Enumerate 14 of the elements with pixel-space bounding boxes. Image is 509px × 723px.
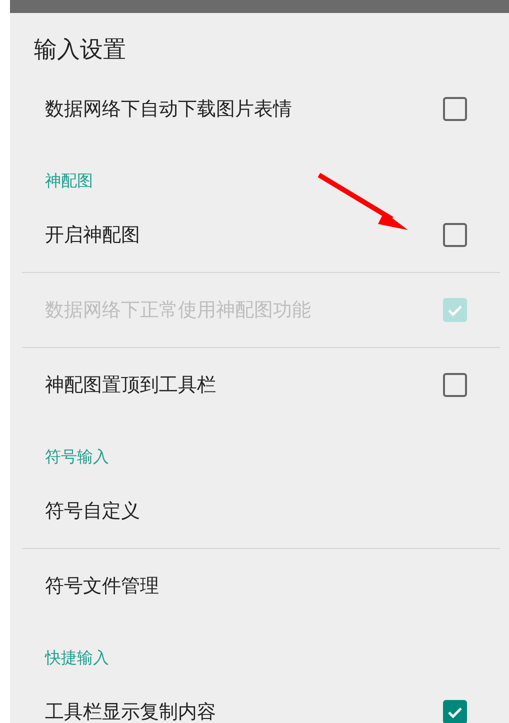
page-title: 输入设置 [34, 37, 126, 63]
checkbox[interactable] [443, 96, 467, 120]
settings-item[interactable]: 符号自定义 [10, 473, 509, 548]
setting-label: 开启神配图 [45, 222, 141, 248]
section-header: 符号输入 [45, 446, 109, 468]
setting-label: 数据网络下自动下载图片表情 [45, 96, 293, 122]
setting-label: 神配图置顶到工具栏 [45, 373, 217, 398]
setting-label: 工具栏显示复制内容 [45, 700, 217, 723]
checkbox[interactable] [443, 222, 467, 246]
settings-item[interactable]: 符号文件管理 [10, 549, 509, 623]
checkbox[interactable] [443, 700, 467, 723]
section-header: 快捷输入 [45, 647, 109, 669]
section-header: 神配图 [45, 170, 93, 192]
checkbox[interactable] [443, 373, 467, 397]
